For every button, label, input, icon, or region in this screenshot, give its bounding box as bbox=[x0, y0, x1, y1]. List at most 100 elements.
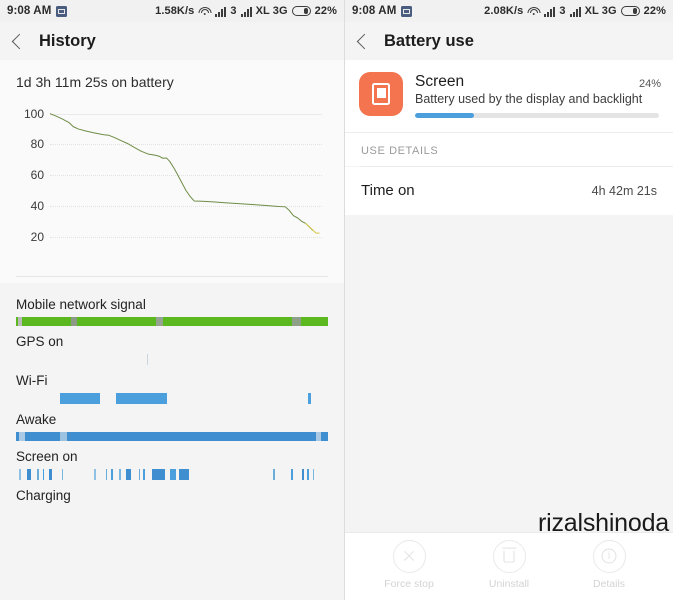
timeline-list: Mobile network signal GPS on Wi-Fi Awake Scr… bbox=[0, 283, 344, 521]
chart-series-line bbox=[306, 223, 320, 233]
timeline-label: Awake bbox=[16, 412, 57, 427]
battery-percent-label: 22% bbox=[314, 5, 337, 17]
battery-icon bbox=[291, 6, 311, 16]
timeline-segment bbox=[37, 469, 40, 480]
back-chevron-icon-2[interactable] bbox=[356, 33, 373, 49]
timeline-track bbox=[16, 354, 328, 365]
timeline-segment bbox=[42, 469, 45, 480]
status-bar-right-2: 2.08K/s 3 XL 3G 22% bbox=[484, 5, 666, 17]
page-title-2: Battery use bbox=[384, 31, 474, 50]
timeline-track bbox=[16, 469, 328, 480]
timeline-label: Mobile network signal bbox=[16, 297, 146, 312]
timeline-segment bbox=[19, 432, 26, 441]
bottom-action-bar: Force stop Uninstall i Details bbox=[345, 532, 673, 600]
timeline-track bbox=[16, 508, 328, 519]
timeline-row: Mobile network signal bbox=[0, 291, 344, 328]
timeline-segment bbox=[312, 469, 315, 480]
timeline-row: Wi-Fi bbox=[0, 367, 344, 406]
timeline-segment bbox=[49, 469, 53, 480]
chart-card-divider bbox=[16, 276, 328, 277]
timeline-segment bbox=[315, 432, 321, 441]
timeline-segment bbox=[151, 469, 166, 480]
timeline-segment bbox=[119, 469, 122, 480]
timeline-segment bbox=[301, 469, 304, 480]
info-icon: i bbox=[592, 539, 626, 573]
chart-title: 1d 3h 11m 25s on battery bbox=[16, 74, 174, 90]
timeline-label: GPS on bbox=[16, 334, 64, 349]
network-speed-label: 1.58K/s bbox=[155, 5, 195, 17]
app-description: Battery used by the display and backligh… bbox=[415, 92, 643, 107]
timeline-segment bbox=[17, 317, 22, 326]
history-screen-panel: 9:08 AM 1.58K/s 3 XL 3G 22% History 1d 3… bbox=[0, 0, 345, 600]
timeline-segment bbox=[143, 469, 146, 480]
timeline-segment bbox=[307, 469, 309, 480]
battery-history-chart: 100 80 60 40 20 bbox=[10, 100, 334, 270]
chart-y-tick-label: 40 bbox=[30, 198, 44, 213]
status-bar-left-2: 9:08 AM bbox=[352, 5, 413, 17]
status-bar-right-panel: 9:08 AM 2.08K/s 3 XL 3G 22% bbox=[345, 0, 673, 22]
sim-number-label-2: 3 bbox=[559, 5, 566, 17]
timeline-segment bbox=[170, 469, 177, 480]
carrier-label-2: XL 3G bbox=[584, 5, 617, 17]
carrier-label: XL 3G bbox=[255, 5, 288, 17]
uninstall-button[interactable]: Uninstall bbox=[466, 539, 552, 590]
back-chevron-icon[interactable] bbox=[11, 33, 28, 49]
action-label: Uninstall bbox=[488, 577, 530, 590]
timeline-segment bbox=[308, 393, 311, 404]
force-stop-button[interactable]: Force stop bbox=[366, 539, 452, 590]
status-bar-right: 1.58K/s 3 XL 3G 22% bbox=[155, 5, 337, 17]
page-title: History bbox=[39, 31, 96, 50]
status-time: 9:08 AM bbox=[7, 5, 52, 17]
timeline-row: Charging bbox=[0, 482, 344, 521]
battery-icon-2 bbox=[620, 6, 640, 16]
status-bar-left: 9:08 AM bbox=[7, 5, 68, 17]
battery-percent-label-2: 22% bbox=[643, 5, 666, 17]
timeline-track bbox=[16, 432, 328, 441]
timeline-segment bbox=[110, 469, 113, 480]
use-details-list: Time on 4h 42m 21s bbox=[345, 167, 673, 216]
timeline-segment bbox=[147, 354, 149, 365]
action-label: Force stop bbox=[384, 577, 434, 590]
chart-y-tick-label: 80 bbox=[30, 137, 44, 152]
sim-number-label: 3 bbox=[230, 5, 237, 17]
timeline-segment bbox=[291, 469, 294, 480]
history-action-bar: History bbox=[0, 22, 344, 60]
timeline-label: Screen on bbox=[16, 449, 78, 464]
timeline-label: Wi-Fi bbox=[16, 373, 48, 388]
timeline-segment bbox=[94, 469, 96, 480]
timeline-row: Screen on bbox=[0, 443, 344, 482]
chart-plot-area bbox=[50, 106, 322, 252]
alarm-icon bbox=[56, 5, 68, 17]
screen-display-icon bbox=[359, 72, 403, 116]
details-button[interactable]: i Details bbox=[566, 539, 652, 590]
timeline-segment bbox=[16, 317, 328, 326]
timeline-segment bbox=[105, 469, 108, 480]
battery-level-line bbox=[50, 106, 322, 252]
detail-value: 4h 42m 21s bbox=[591, 183, 657, 198]
timeline-segment bbox=[126, 469, 132, 480]
trash-icon bbox=[492, 539, 526, 573]
trash-glyph bbox=[502, 547, 516, 563]
close-x-icon bbox=[392, 539, 426, 573]
timeline-row: Awake bbox=[0, 406, 344, 443]
signal-bars-icon-4 bbox=[569, 6, 581, 17]
info-glyph: i bbox=[601, 548, 617, 564]
timeline-segment bbox=[273, 469, 276, 480]
wifi-icon-2 bbox=[527, 6, 541, 17]
chart-y-tick-label: 20 bbox=[30, 229, 44, 244]
use-details-header: USE DETAILS bbox=[345, 133, 673, 167]
timeline-segment bbox=[59, 432, 68, 441]
battery-use-action-bar: Battery use bbox=[345, 22, 673, 60]
chart-series-line bbox=[50, 114, 312, 230]
timeline-segment bbox=[19, 469, 21, 480]
action-label: Details bbox=[592, 577, 626, 590]
app-name: Screen bbox=[415, 73, 465, 90]
timeline-segment bbox=[156, 317, 163, 326]
wifi-icon bbox=[198, 6, 212, 17]
battery-use-screen-panel: 9:08 AM 2.08K/s 3 XL 3G 22% Battery use bbox=[345, 0, 673, 600]
timeline-segment bbox=[60, 393, 100, 404]
timeline-segment bbox=[292, 317, 302, 326]
timeline-segment bbox=[178, 469, 190, 480]
app-summary-card[interactable]: Screen Battery used by the display and b… bbox=[345, 60, 673, 134]
timeline-track bbox=[16, 393, 328, 404]
